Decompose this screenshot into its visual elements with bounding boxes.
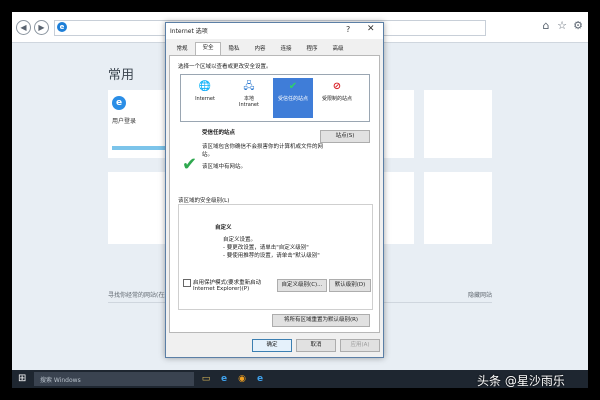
tab-strip: 常规 安全 隐私 内容 连接 程序 高级 <box>169 42 380 56</box>
file-explorer-icon[interactable]: ▭ <box>200 373 212 385</box>
home-icon[interactable]: ⌂ <box>540 20 552 32</box>
tile-accent-bar <box>112 146 168 150</box>
cancel-button[interactable]: 取消 <box>296 339 336 352</box>
apply-button[interactable]: 应用(A) <box>340 339 380 352</box>
globe-icon: 🌐 <box>198 81 212 92</box>
favorites-icon[interactable]: ☆ <box>556 20 568 32</box>
tile-empty[interactable] <box>424 90 492 158</box>
zone-heading: 受信任的站点 <box>202 130 236 136</box>
hide-sites-link[interactable]: 隐藏网站 <box>468 290 492 299</box>
sites-button[interactable]: 站点(S) <box>320 130 370 143</box>
zone-label: 受信任的站点 <box>277 96 308 102</box>
trusted-check-icon: ✔ <box>182 154 198 175</box>
blocked-icon: ⊘ <box>332 81 342 92</box>
ok-button[interactable]: 确定 <box>252 339 292 352</box>
zone-label: 受限制的站点 <box>321 96 352 102</box>
zone-label: Internet <box>195 96 215 102</box>
tab-security[interactable]: 安全 <box>195 42 221 56</box>
tile-label: 用户登录 <box>112 118 137 125</box>
close-icon[interactable]: ✕ <box>367 24 375 34</box>
tile-empty[interactable] <box>424 172 492 244</box>
edge-icon[interactable]: e <box>218 373 230 385</box>
protected-mode-label: 启用保护模式(要求重新启动 <box>193 280 262 286</box>
help-button[interactable]: ? <box>346 25 350 34</box>
default-level-button[interactable]: 默认级别(D) <box>329 279 371 292</box>
desktop-screen: ◀ ▶ e ⌂ ☆ ⚙ 常用 e 用户登录 寻找你经常的网站(在这里) 隐藏网站… <box>12 12 588 370</box>
zone-trusted-sites[interactable]: ✔ 受信任的站点 <box>273 78 313 118</box>
zone-description: 该区域包含你确信不会损害你的计算机或文件的网 <box>202 144 324 150</box>
check-icon: ✔ <box>288 81 298 92</box>
reset-all-zones-button[interactable]: 将所有区域重置为默认级别(R) <box>272 314 370 327</box>
windows-start-icon[interactable]: ⊞ <box>18 374 26 384</box>
zone-site-count: 该区域中有网站。 <box>202 164 247 170</box>
taskbar-search[interactable]: 搜索 Windows <box>34 372 194 386</box>
app-icon[interactable]: ◉ <box>236 373 248 385</box>
back-button[interactable]: ◀ <box>16 20 31 35</box>
ie-taskbar-icon[interactable]: e <box>254 373 266 385</box>
level-text: - 要使用推荐的设置，请单击"默认级别" <box>223 253 320 259</box>
watermark: 头条 @星沙雨乐 <box>477 374 565 388</box>
protected-mode-label: Internet Explorer)(P) <box>193 286 250 292</box>
page-title: 常用 <box>108 68 135 83</box>
zone-restricted-sites[interactable]: ⊘ 受限制的站点 <box>317 78 357 118</box>
level-text: 自定义设置。 <box>223 237 257 243</box>
protected-mode-checkbox[interactable] <box>183 279 191 287</box>
intranet-icon: 🖧 <box>243 81 255 92</box>
zone-prompt: 选择一个区域以查看或更改安全设置。 <box>178 64 272 70</box>
ie-logo-icon: e <box>112 96 126 110</box>
level-title: 自定义 <box>215 225 232 231</box>
zone-label: 本地 Intranet <box>239 96 259 108</box>
level-text: - 要更改设置，请单击"自定义级别" <box>223 245 309 251</box>
ie-logo-icon: e <box>57 22 67 32</box>
dialog-titlebar: Internet 选项 ? ✕ <box>166 23 383 39</box>
zone-description: 站。 <box>202 152 214 158</box>
security-panel: 选择一个区域以查看或更改安全设置。 🌐 Internet 🖧 本地 Intran… <box>169 55 380 333</box>
search-placeholder: 搜索 Windows <box>40 377 81 384</box>
zone-internet[interactable]: 🌐 Internet <box>185 78 225 118</box>
settings-gear-icon[interactable]: ⚙ <box>572 20 584 32</box>
zone-local-intranet[interactable]: 🖧 本地 Intranet <box>229 78 269 118</box>
custom-level-button[interactable]: 自定义级别(C)... <box>277 279 327 292</box>
dialog-title: Internet 选项 <box>170 28 208 35</box>
internet-options-dialog: Internet 选项 ? ✕ 常规 安全 隐私 内容 连接 程序 高级 选择一… <box>165 22 384 358</box>
forward-button[interactable]: ▶ <box>34 20 49 35</box>
zone-list: 🌐 Internet 🖧 本地 Intranet ✔ 受信任的站点 ⊘ 受限制的… <box>180 74 370 122</box>
security-level-legend: 该区域的安全级别(L) <box>178 198 230 204</box>
security-level-group: 自定义 自定义设置。 - 要更改设置，请单击"自定义级别" - 要使用推荐的设置… <box>178 204 373 310</box>
